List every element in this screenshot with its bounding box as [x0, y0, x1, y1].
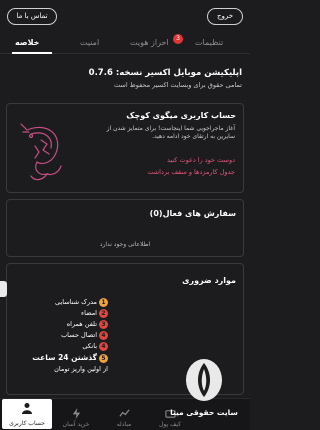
copyright-text: تمامی حقوق برای وبسایت اکسیر محفوظ است	[114, 81, 242, 89]
invite-friend-link[interactable]: دوست خود را دعوت کنید	[167, 156, 235, 164]
tab-summary[interactable]: خلاصه	[15, 38, 39, 47]
required-item-label: گذشتن 24 ساعت	[32, 353, 97, 362]
active-tab-indicator	[12, 52, 52, 54]
shrimp-icon	[20, 123, 62, 181]
nav-account-label: حساب کاربری	[9, 420, 45, 427]
required-item-label: اتصال حساب	[61, 331, 97, 339]
tab-verification[interactable]: احراز هویت	[130, 38, 169, 47]
active-orders-title: سفارش های فعال(0)	[149, 209, 236, 218]
account-level-title: حساب کاربری میگوی کوچک	[126, 111, 236, 120]
tab-bar: خلاصه امنیت احراز هویت 3 تنظیمات	[0, 32, 250, 54]
side-drawer-handle[interactable]	[0, 281, 7, 297]
verification-badge: 3	[173, 34, 183, 44]
required-item[interactable]: 3تلفن همراه	[67, 320, 108, 329]
required-item-number: 4	[99, 331, 108, 340]
required-item-number: 3	[99, 320, 108, 329]
app-version: اپلیکیشن موبایل اکسیر نسخه: 0.7.6	[88, 68, 242, 78]
required-items-title: موارد ضروری	[182, 276, 236, 285]
tab-security[interactable]: امنیت	[80, 38, 99, 47]
required-item-number: 1	[99, 298, 108, 307]
required-item-label: از اولین واریز تومان	[54, 365, 108, 373]
required-item[interactable]: 1مدرک شناسایی	[55, 298, 108, 307]
required-item-number: 4	[99, 342, 108, 351]
exit-button[interactable]: خروج	[207, 8, 243, 25]
lightning-icon	[72, 408, 80, 419]
nav-exchange[interactable]: مبادله	[104, 408, 144, 428]
required-item-note: از اولین واریز تومان	[54, 365, 108, 373]
required-item-label: تلفن همراه	[66, 320, 97, 328]
required-item[interactable]: 2امضاء	[81, 309, 108, 318]
account-level-description: آغاز ماجراجویی شما اینجاست! برای متمایز …	[106, 125, 235, 140]
required-item[interactable]: 4بانکی	[82, 342, 108, 351]
active-orders-card: سفارش های فعال(0) اطلاعاتی وجود ندارد	[6, 199, 244, 257]
tab-settings[interactable]: تنظیمات	[195, 38, 223, 47]
nav-easy-buy[interactable]: خرید آسان	[56, 408, 96, 428]
top-bar: تماس با ما خروج	[0, 0, 250, 32]
watermark-logo-icon	[186, 359, 222, 401]
no-data-text: اطلاعاتی وجود ندارد	[99, 241, 151, 248]
required-item-number: 2	[99, 309, 108, 318]
fees-table-link[interactable]: جدول کارمزدها و سقف برداشت	[147, 168, 235, 176]
required-item-number: 5	[99, 354, 108, 363]
required-item[interactable]: 5گذشتن 24 ساعت	[32, 353, 108, 363]
nav-account[interactable]: حساب کاربری	[2, 399, 52, 429]
required-item[interactable]: 4اتصال حساب	[61, 331, 108, 340]
required-item-label: امضاء	[81, 309, 97, 317]
nav-wallet-label: کیف پول	[159, 421, 181, 428]
nav-exchange-label: مبادله	[116, 421, 132, 428]
watermark: سایت حقوقی مینا	[164, 357, 244, 417]
account-level-card: حساب کاربری میگوی کوچک آغاز ماجراجویی شم…	[6, 103, 244, 193]
contact-us-button[interactable]: تماس با ما	[7, 8, 57, 25]
chart-icon	[118, 409, 130, 417]
required-item-label: بانکی	[82, 342, 97, 350]
user-icon	[22, 403, 32, 414]
watermark-text: سایت حقوقی مینا	[170, 408, 238, 417]
nav-easy-buy-label: خرید آسان	[62, 421, 90, 428]
required-item-label: مدرک شناسایی	[55, 298, 97, 306]
